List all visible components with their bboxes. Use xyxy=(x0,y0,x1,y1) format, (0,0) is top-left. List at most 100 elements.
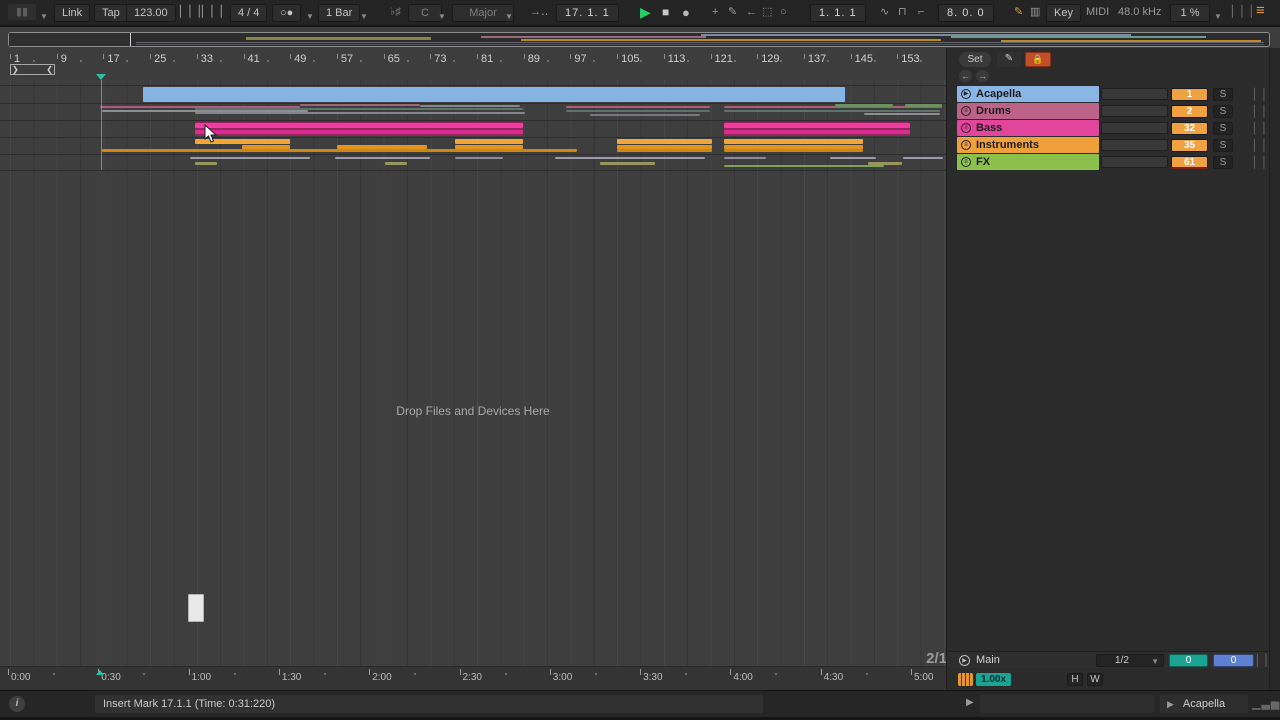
stop-button[interactable]: ■ xyxy=(662,4,669,22)
link-button[interactable]: Link xyxy=(54,4,90,22)
clip[interactable] xyxy=(195,130,523,134)
set-button[interactable]: Set xyxy=(959,52,991,67)
clip[interactable] xyxy=(600,162,655,165)
clip[interactable] xyxy=(195,112,525,114)
track-io-number[interactable]: 2 xyxy=(1171,105,1208,118)
track-input-field[interactable] xyxy=(1101,156,1168,168)
back-arrow-icon[interactable]: ← xyxy=(959,70,972,82)
punch-icon[interactable]: ⌐ xyxy=(918,4,924,22)
solo-button[interactable]: S xyxy=(1213,105,1233,118)
arrangement-overview[interactable] xyxy=(8,32,1270,47)
chevron-down-icon[interactable]: ▼ xyxy=(438,8,446,26)
scale-icon[interactable]: ♭♯ xyxy=(390,4,401,22)
live-sets-icon[interactable]: ▮▮ xyxy=(8,4,36,20)
overview-viewport[interactable] xyxy=(9,33,131,46)
clip[interactable] xyxy=(724,110,940,112)
loop-length-field[interactable]: 8. 0. 0 xyxy=(938,4,994,22)
clip[interactable] xyxy=(835,104,893,107)
circle-icon[interactable]: ○ xyxy=(780,4,787,22)
track-input-field[interactable] xyxy=(1101,122,1168,134)
track-name-cell[interactable]: ≡Bass xyxy=(957,120,1099,136)
clip[interactable] xyxy=(555,157,705,159)
chevron-down-icon[interactable]: ▼ xyxy=(1270,699,1278,708)
track-io-number[interactable]: 1 xyxy=(1171,88,1208,101)
track-io-number[interactable]: 35 xyxy=(1171,139,1208,152)
loop-end-handle[interactable]: ❮ xyxy=(46,65,53,74)
minute-time-ruler[interactable]: 0:000:301:001:302:002:303:003:304:004:30… xyxy=(0,666,946,690)
loop-start-field[interactable]: 1. 1. 1 xyxy=(810,4,866,22)
track-header-row[interactable]: ▶Acapella1S▏▏ xyxy=(947,86,1269,102)
track-header-row[interactable]: ≡Bass32S▏▏ xyxy=(947,120,1269,136)
key-map-button[interactable]: Key xyxy=(1046,4,1081,22)
clip[interactable] xyxy=(385,162,407,165)
track-io-number[interactable]: 32 xyxy=(1171,122,1208,135)
play-circle-icon[interactable]: ▶ xyxy=(959,655,970,666)
clip[interactable] xyxy=(195,108,523,110)
clip[interactable] xyxy=(617,149,712,152)
time-signature-field[interactable]: 4 / 4 xyxy=(230,4,267,22)
clip[interactable] xyxy=(590,114,700,116)
clip[interactable] xyxy=(143,87,845,102)
clip[interactable] xyxy=(195,123,523,128)
play-circle-icon[interactable]: ▶ xyxy=(961,89,971,99)
clip[interactable] xyxy=(905,104,942,107)
track-name-cell[interactable]: ≡FX xyxy=(957,154,1099,170)
track-name-cell[interactable]: ▶Acapella xyxy=(957,86,1099,102)
arrangement-position-field[interactable]: 17. 1. 1 xyxy=(556,4,619,22)
cue-level-field[interactable]: 0 xyxy=(1169,654,1208,667)
clip[interactable] xyxy=(190,157,310,159)
info-icon[interactable]: i xyxy=(9,696,25,712)
clip[interactable] xyxy=(455,139,523,144)
root-note-menu[interactable]: C xyxy=(408,4,442,22)
clip[interactable] xyxy=(724,123,910,128)
clip[interactable] xyxy=(420,105,520,107)
clip[interactable] xyxy=(724,149,863,152)
chevron-down-icon[interactable]: ▼ xyxy=(1214,8,1222,26)
clip[interactable] xyxy=(617,139,712,144)
solo-button[interactable]: S xyxy=(1213,139,1233,152)
chevron-down-icon[interactable]: ▼ xyxy=(40,8,48,26)
clip[interactable] xyxy=(195,162,217,165)
midi-map-button[interactable]: MIDI xyxy=(1086,4,1109,22)
computer-midi-keyboard-icon[interactable]: ✎ xyxy=(1014,4,1023,22)
solo-button[interactable]: S xyxy=(1213,88,1233,101)
current-clip-chip[interactable]: ▶ Acapella xyxy=(1160,695,1248,713)
clip[interactable] xyxy=(724,165,884,167)
tap-tempo-button[interactable]: Tap xyxy=(94,4,128,22)
menu-circle-icon[interactable]: ≡ xyxy=(961,140,971,150)
draw-mode-icon[interactable]: ✎ xyxy=(728,4,737,22)
main-level-field[interactable]: 0 xyxy=(1213,654,1254,667)
hamburger-menu-icon[interactable]: ≡ xyxy=(1256,2,1265,20)
follow-icon[interactable]: →‥ xyxy=(530,4,548,22)
track-input-field[interactable] xyxy=(1101,88,1168,100)
forward-arrow-icon[interactable]: → xyxy=(976,70,989,82)
play-arrow-icon[interactable]: ▶ xyxy=(966,697,974,708)
track-name-cell[interactable]: ≡Drums xyxy=(957,103,1099,119)
solo-button[interactable]: S xyxy=(1213,122,1233,135)
chevron-down-icon[interactable]: ▼ xyxy=(360,8,368,26)
menu-circle-icon[interactable]: ≡ xyxy=(961,123,971,133)
tempo-field[interactable]: 123.00 xyxy=(126,4,176,22)
fade-curve-icon[interactable]: ∿ xyxy=(880,4,889,22)
quantize-menu[interactable]: 1 Bar xyxy=(318,4,360,22)
clip[interactable] xyxy=(300,104,420,106)
play-button[interactable]: ▶ xyxy=(640,4,651,22)
clip[interactable] xyxy=(903,157,943,159)
track-header-row[interactable]: ≡Instruments35S▏▏ xyxy=(947,137,1269,153)
chevron-down-icon[interactable]: ▼ xyxy=(306,8,314,26)
track-input-field[interactable] xyxy=(1101,139,1168,151)
height-zoom-button[interactable]: H xyxy=(1067,673,1083,686)
clip[interactable] xyxy=(566,110,710,112)
loop-switch-icon[interactable]: ⊓ xyxy=(898,4,907,22)
automation-pen-button[interactable]: ✎ xyxy=(997,52,1021,67)
track-name-cell[interactable]: ≡Instruments xyxy=(957,137,1099,153)
track-header-row[interactable]: ≡Drums2S▏▏ xyxy=(947,103,1269,119)
clip[interactable] xyxy=(102,149,577,152)
width-zoom-button[interactable]: W xyxy=(1087,673,1103,686)
arrangement-area[interactable]: Drop Files and Devices Here xyxy=(0,80,946,666)
loop-region-marker[interactable]: ❯ ❮ xyxy=(10,64,55,75)
marquee-icon[interactable]: ⬚ xyxy=(762,4,772,22)
track-io-number[interactable]: 61 xyxy=(1171,156,1208,169)
clip[interactable] xyxy=(830,157,876,159)
chevron-down-icon[interactable]: ▼ xyxy=(505,8,513,26)
